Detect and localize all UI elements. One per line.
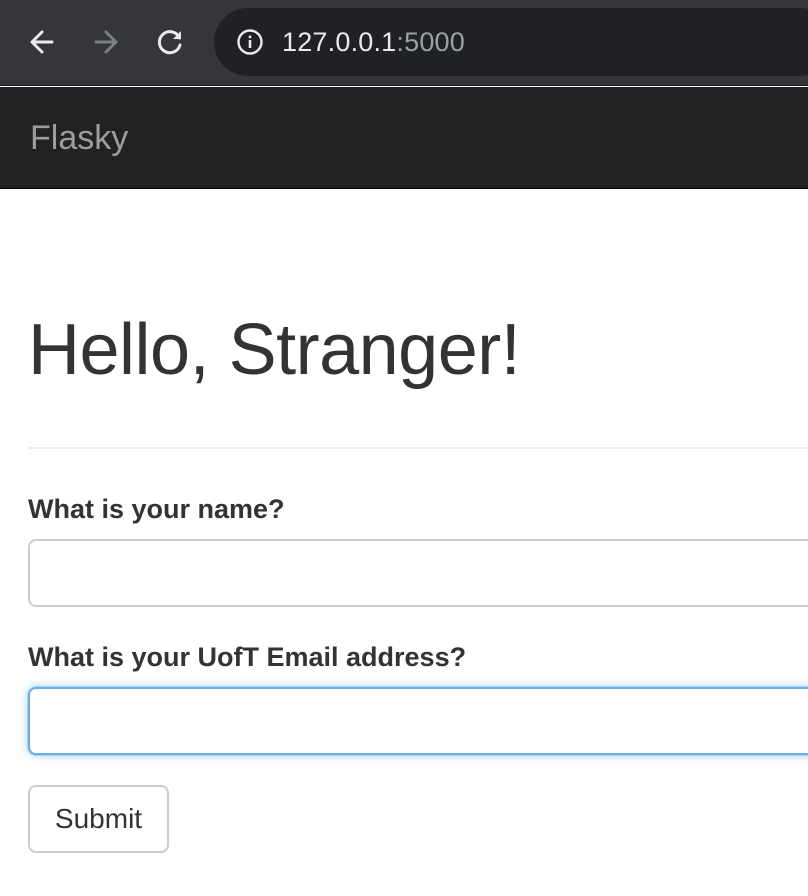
address-bar[interactable]: 127.0.0.1:5000 <box>214 8 808 76</box>
info-circle-icon[interactable] <box>236 28 264 56</box>
browser-toolbar: 127.0.0.1:5000 <box>0 0 808 86</box>
navbar-brand-link[interactable]: Flasky <box>30 116 128 160</box>
url-host: 127.0.0.1 <box>282 27 397 57</box>
email-input[interactable] <box>28 687 808 755</box>
reload-icon <box>157 30 182 55</box>
page-header-divider <box>28 447 808 449</box>
url-text[interactable]: 127.0.0.1:5000 <box>282 24 465 60</box>
name-field-label: What is your name? <box>28 494 285 524</box>
url-port: :5000 <box>396 27 465 57</box>
submit-button[interactable]: Submit <box>28 785 169 853</box>
arrow-right-icon <box>94 30 118 54</box>
page-title: Hello, Stranger! <box>28 310 521 390</box>
arrow-left-icon <box>30 30 54 54</box>
name-input[interactable] <box>28 539 808 607</box>
back-button[interactable] <box>22 22 62 62</box>
email-field-label: What is your UofT Email address? <box>28 642 467 672</box>
forward-button[interactable] <box>86 22 126 62</box>
reload-button[interactable] <box>150 22 190 62</box>
